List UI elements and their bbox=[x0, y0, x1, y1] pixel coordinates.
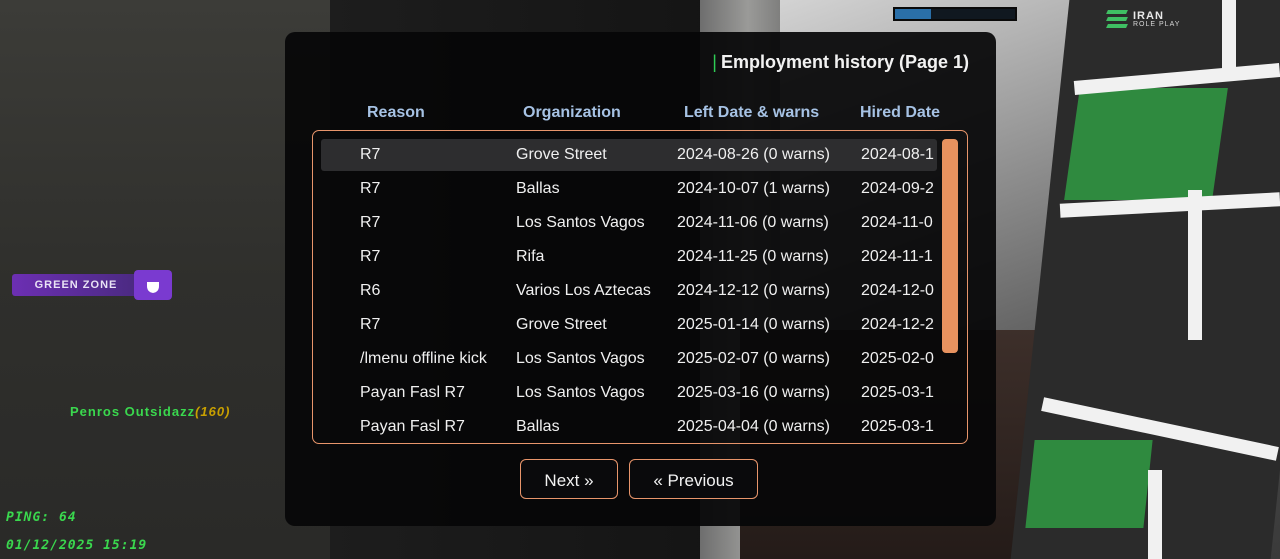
cell-reason: R6 bbox=[360, 282, 381, 299]
cell-reason: R7 bbox=[360, 248, 381, 265]
scene-frame-bar bbox=[1188, 190, 1202, 340]
history-list[interactable]: R7 Grove Street 2024-08-26 (0 warns) 202… bbox=[312, 130, 968, 444]
cell-hired-date: 2024-11-1 bbox=[861, 248, 933, 265]
cell-hired-date: 2025-03-1 bbox=[861, 418, 934, 435]
scene-frame-bar bbox=[1148, 470, 1162, 559]
cell-left-date: 2025-04-04 (0 warns) bbox=[677, 418, 830, 435]
scene-green-pane bbox=[1025, 440, 1153, 528]
dialog-title: | Employment history (Page 1) bbox=[712, 52, 969, 73]
cell-reason: R7 bbox=[360, 316, 381, 333]
cell-organization: Varios Los Aztecas bbox=[516, 282, 651, 299]
employment-history-dialog: | Employment history (Page 1) Reason Orga… bbox=[285, 32, 996, 526]
table-row[interactable]: R7 Ballas 2024-10-07 (1 warns) 2024-09-2 bbox=[321, 173, 937, 205]
cell-reason: /lmenu offline kick bbox=[360, 350, 487, 367]
cell-left-date: 2025-03-16 (0 warns) bbox=[677, 384, 830, 401]
cell-organization: Grove Street bbox=[516, 146, 607, 163]
cell-organization: Ballas bbox=[516, 418, 560, 435]
cell-reason: R7 bbox=[360, 180, 381, 197]
cell-reason: Payan Fasl R7 bbox=[360, 418, 465, 435]
next-page-button[interactable]: Next » bbox=[520, 459, 618, 499]
table-row[interactable]: /lmenu offline kick Los Santos Vagos 202… bbox=[321, 343, 937, 375]
cell-hired-date: 2024-08-1 bbox=[861, 146, 934, 163]
dialog-title-text: Employment history (Page 1) bbox=[720, 52, 969, 72]
cell-hired-date: 2025-02-0 bbox=[861, 350, 934, 367]
title-accent-bar: | bbox=[712, 52, 717, 72]
table-row[interactable]: R7 Rifa 2024-11-25 (0 warns) 2024-11-1 bbox=[321, 241, 937, 273]
table-row[interactable]: Payan Fasl R7 Ballas 2025-04-04 (0 warns… bbox=[321, 411, 937, 443]
column-header-organization: Organization bbox=[523, 104, 621, 121]
cell-left-date: 2025-02-07 (0 warns) bbox=[677, 350, 830, 367]
table-row[interactable]: R6 Varios Los Aztecas 2024-12-12 (0 warn… bbox=[321, 275, 937, 307]
cell-left-date: 2024-11-25 (0 warns) bbox=[677, 248, 829, 265]
cell-left-date: 2024-12-12 (0 warns) bbox=[677, 282, 830, 299]
logo-stripes-icon bbox=[1106, 10, 1128, 30]
cell-hired-date: 2025-03-1 bbox=[861, 384, 934, 401]
green-zone-label-pill: GREEN ZONE bbox=[12, 274, 140, 296]
cell-organization: Ballas bbox=[516, 180, 560, 197]
column-header-hired-date: Hired Date bbox=[860, 104, 941, 121]
cell-organization: Los Santos Vagos bbox=[516, 214, 645, 231]
cell-left-date: 2024-11-06 (0 warns) bbox=[677, 214, 829, 231]
cell-left-date: 2025-01-14 (0 warns) bbox=[677, 316, 830, 333]
cell-organization: Grove Street bbox=[516, 316, 607, 333]
cell-reason: R7 bbox=[360, 146, 381, 163]
cell-reason: Payan Fasl R7 bbox=[360, 384, 465, 401]
history-rows: R7 Grove Street 2024-08-26 (0 warns) 202… bbox=[321, 139, 937, 443]
cell-organization: Rifa bbox=[516, 248, 545, 265]
table-header: Reason Organization Left Date & warns Hi… bbox=[367, 104, 967, 124]
cell-hired-date: 2024-12-0 bbox=[861, 282, 934, 299]
table-row[interactable]: R7 Grove Street 2024-08-26 (0 warns) 202… bbox=[321, 139, 937, 171]
cell-hired-date: 2024-09-2 bbox=[861, 180, 934, 197]
cell-left-date: 2024-08-26 (0 warns) bbox=[677, 146, 830, 163]
column-header-left-date: Left Date & warns bbox=[684, 104, 820, 121]
player-name: Penros Outsidazz bbox=[70, 404, 196, 419]
cell-organization: Los Santos Vagos bbox=[516, 384, 645, 401]
table-row[interactable]: R7 Los Santos Vagos 2024-11-06 (0 warns)… bbox=[321, 207, 937, 239]
table-row[interactable]: R7 Grove Street 2025-01-14 (0 warns) 202… bbox=[321, 309, 937, 341]
green-zone-indicator: GREEN ZONE bbox=[12, 270, 172, 300]
shield-icon bbox=[134, 270, 172, 300]
datetime-readout: 01/12/2025 15:19 bbox=[6, 538, 148, 553]
list-scrollbar[interactable] bbox=[942, 139, 958, 353]
player-nametag: Penros Outsidazz(160) bbox=[70, 404, 230, 419]
table-row[interactable]: Payan Fasl R7 Los Santos Vagos 2025-03-1… bbox=[321, 377, 937, 409]
player-id: (160) bbox=[195, 404, 231, 419]
server-logo: IRAN ROLE PLAY bbox=[1106, 8, 1197, 32]
previous-page-button[interactable]: « Previous bbox=[629, 459, 758, 499]
column-header-reason: Reason bbox=[367, 104, 425, 121]
cell-left-date: 2024-10-07 (1 warns) bbox=[677, 180, 830, 197]
hud-progress-bar bbox=[893, 7, 1017, 21]
scene-frame-bar bbox=[1222, 0, 1236, 80]
logo-subtitle: ROLE PLAY bbox=[1133, 21, 1181, 28]
ping-readout: PING: 64 bbox=[6, 510, 77, 525]
hud-progress-fill bbox=[895, 9, 931, 19]
cell-hired-date: 2024-11-0 bbox=[861, 214, 933, 231]
cell-reason: R7 bbox=[360, 214, 381, 231]
scene-green-pane bbox=[1064, 88, 1228, 200]
green-zone-label: GREEN ZONE bbox=[34, 279, 118, 291]
cell-organization: Los Santos Vagos bbox=[516, 350, 645, 367]
cell-hired-date: 2024-12-2 bbox=[861, 316, 934, 333]
